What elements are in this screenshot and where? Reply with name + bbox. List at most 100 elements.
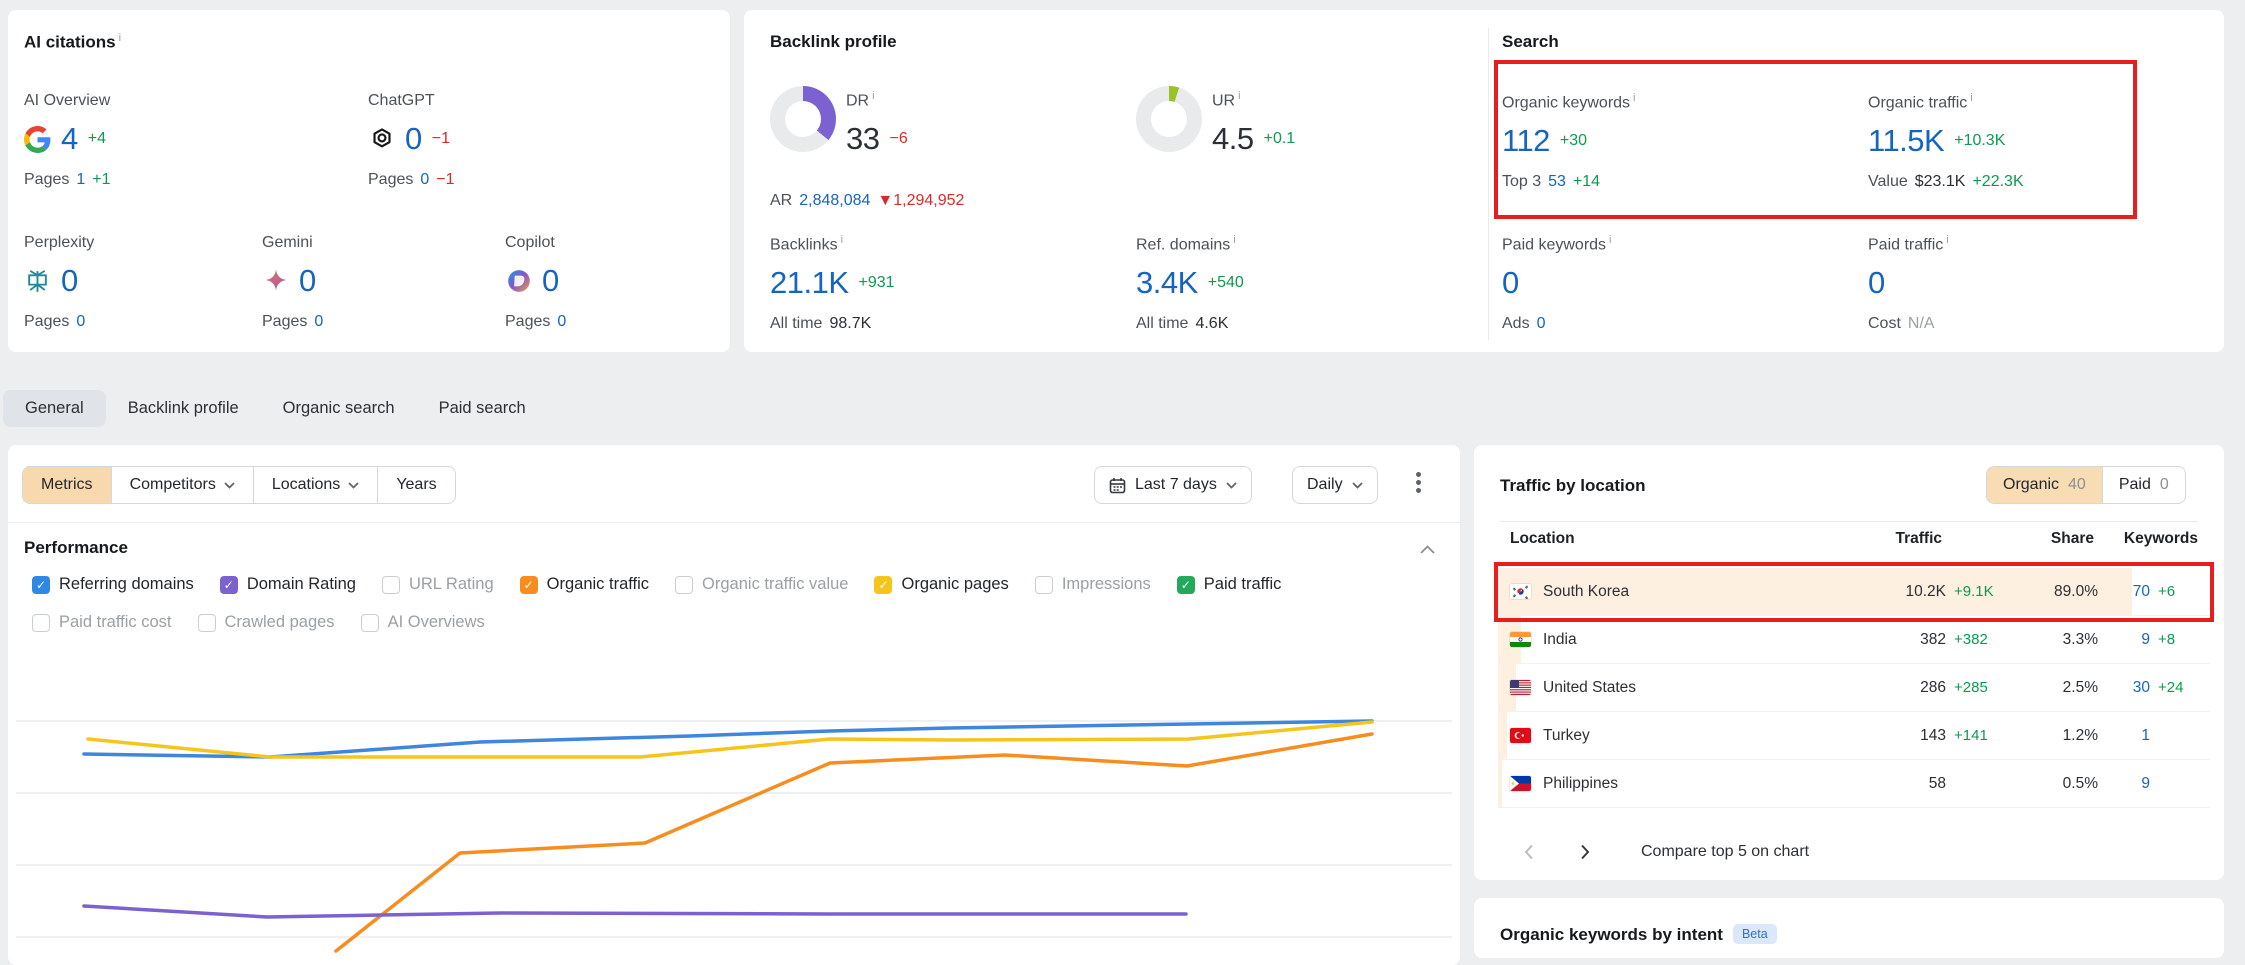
chart-line-organic-traffic xyxy=(336,734,1372,951)
keywords-value[interactable]: 30 xyxy=(2098,679,2150,697)
traffic-value: 382 xyxy=(1854,631,1946,649)
keywords-value[interactable]: 9 xyxy=(2098,631,2150,649)
collapse-chevron-up-icon[interactable] xyxy=(1420,545,1435,554)
info-icon[interactable]: i xyxy=(872,90,874,102)
checkbox-organic-pages[interactable]: Organic pages xyxy=(874,575,1008,594)
metric-organic-traffic: Organic traffici 11.5K+10.3K Value$23.1K… xyxy=(1868,92,2198,191)
checkbox-impressions[interactable]: Impressions xyxy=(1035,575,1151,594)
metric-value[interactable]: 21.1K xyxy=(770,265,849,301)
info-icon[interactable]: i xyxy=(1946,234,1948,246)
keywords-delta: +8 xyxy=(2158,631,2210,648)
pages-value[interactable]: 0 xyxy=(557,313,566,331)
info-icon[interactable]: i xyxy=(1609,234,1611,246)
chart-line-domain-rating xyxy=(84,906,1186,917)
location-row-india[interactable]: India 382 +382 3.3% 9 +8 xyxy=(1498,616,2210,664)
copilot-icon xyxy=(505,268,532,295)
metric-label: Paid keywordsi xyxy=(1502,234,1832,254)
toggle-organic[interactable]: Organic40 xyxy=(1987,467,2103,503)
pages-value[interactable]: 1 xyxy=(76,171,85,189)
metric-value[interactable]: 0 xyxy=(405,121,422,157)
ads-value[interactable]: 0 xyxy=(1537,315,1546,333)
checkbox-box xyxy=(520,576,538,594)
tab-backlink-profile[interactable]: Backlink profile xyxy=(106,390,261,427)
info-icon[interactable]: i xyxy=(1233,234,1235,246)
pages-value[interactable]: 0 xyxy=(76,313,85,331)
keywords-delta: +6 xyxy=(2158,583,2210,600)
date-range-button[interactable]: Last 7 days xyxy=(1094,466,1252,504)
metric-value[interactable]: 0 xyxy=(299,263,316,299)
metric-label: Ref. domainsi xyxy=(1136,234,1466,254)
chevron-down-icon xyxy=(224,482,235,489)
location-row-united-states[interactable]: United States 286 +285 2.5% 30 +24 xyxy=(1498,664,2210,712)
metric-value: 4.5 xyxy=(1212,121,1254,157)
tab-organic-search[interactable]: Organic search xyxy=(261,390,417,427)
ai-citations-title: AI citationsi xyxy=(24,32,121,53)
metric-value[interactable]: 0 xyxy=(1502,265,1519,301)
flag-india-icon xyxy=(1510,632,1531,647)
metric-value[interactable]: 0 xyxy=(1868,265,1885,301)
metric-value[interactable]: 3.4K xyxy=(1136,265,1198,301)
metric-value[interactable]: 112 xyxy=(1502,123,1550,159)
metric-value[interactable]: 0 xyxy=(542,263,559,299)
pages-value[interactable]: 0 xyxy=(314,313,323,331)
panel-divider xyxy=(1500,521,2198,522)
chatgpt-icon xyxy=(368,126,395,153)
checkbox-organic-traffic[interactable]: Organic traffic xyxy=(520,575,649,594)
ar-value[interactable]: 2,848,084 xyxy=(799,192,870,210)
metric-value[interactable]: 0 xyxy=(61,263,78,299)
segment-competitors[interactable]: Competitors xyxy=(112,467,254,503)
value-label: Value xyxy=(1868,173,1908,191)
keywords-value[interactable]: 70 xyxy=(2098,583,2150,601)
traffic-value: 143 xyxy=(1854,727,1946,745)
compare-top-5-link[interactable]: Compare top 5 on chart xyxy=(1641,843,1809,861)
granularity-button[interactable]: Daily xyxy=(1292,466,1378,504)
ar-delta: ▼1,294,952 xyxy=(877,192,964,210)
col-traffic: Traffic xyxy=(1850,530,1942,548)
checkbox-paid-traffic[interactable]: Paid traffic xyxy=(1177,575,1282,594)
cost-label: Cost xyxy=(1868,315,1901,333)
checkbox-url-rating[interactable]: URL Rating xyxy=(382,575,494,594)
metric-value[interactable]: 11.5K xyxy=(1868,123,1944,159)
metric-value[interactable]: 4 xyxy=(61,121,78,157)
keywords-value[interactable]: 1 xyxy=(2098,727,2150,745)
checkbox-domain-rating[interactable]: Domain Rating xyxy=(220,575,356,594)
metric-organic-keywords: Organic keywordsi 112+30 Top 353+14 xyxy=(1502,92,1832,191)
segment-metrics[interactable]: Metrics xyxy=(23,467,112,503)
checkbox-referring-domains[interactable]: Referring domains xyxy=(32,575,194,594)
checkbox-box xyxy=(675,576,693,594)
next-page-button[interactable] xyxy=(1568,835,1602,869)
info-icon[interactable]: i xyxy=(1238,90,1240,102)
value-delta: +22.3K xyxy=(1972,173,2023,191)
checkbox-label: Organic traffic xyxy=(547,575,649,594)
traffic-delta: +9.1K xyxy=(1954,583,2018,600)
checkbox-organic-traffic-value[interactable]: Organic traffic value xyxy=(675,575,848,594)
tab-general[interactable]: General xyxy=(3,390,106,427)
checkbox-label: Domain Rating xyxy=(247,575,356,594)
prev-page-button[interactable] xyxy=(1512,835,1546,869)
checkbox-paid-traffic-cost[interactable]: Paid traffic cost xyxy=(32,613,172,632)
segment-years[interactable]: Years xyxy=(378,467,454,503)
location-row-south-korea[interactable]: South Korea 10.2K +9.1K 89.0% 70 +6 xyxy=(1498,568,2210,616)
keywords-value[interactable]: 9 xyxy=(2098,775,2150,793)
tab-paid-search[interactable]: Paid search xyxy=(417,390,548,427)
checkbox-ai-overviews[interactable]: AI Overviews xyxy=(361,613,485,632)
pages-value[interactable]: 0 xyxy=(420,171,429,189)
location-row-philippines[interactable]: Philippines 58 0.5% 9 xyxy=(1498,760,2210,808)
checkbox-crawled-pages[interactable]: Crawled pages xyxy=(198,613,335,632)
performance-chart[interactable] xyxy=(8,645,1460,965)
location-name: South Korea xyxy=(1543,583,1629,601)
info-icon[interactable]: i xyxy=(1633,92,1635,104)
location-row-turkey[interactable]: Turkey 143 +141 1.2% 1 xyxy=(1498,712,2210,760)
info-icon[interactable]: i xyxy=(1970,92,1972,104)
top3-value[interactable]: 53 xyxy=(1548,173,1566,191)
info-icon[interactable]: i xyxy=(119,32,121,44)
metric-gemini: Gemini 0 Pages0 xyxy=(262,234,482,331)
toggle-paid[interactable]: Paid0 xyxy=(2103,467,2185,503)
checkbox-box xyxy=(32,576,50,594)
info-icon[interactable]: i xyxy=(841,234,843,246)
segment-locations[interactable]: Locations xyxy=(254,467,379,503)
checkbox-box xyxy=(1035,576,1053,594)
metric-delta: +0.1 xyxy=(1264,130,1296,148)
top3-delta: +14 xyxy=(1573,173,1600,191)
kebab-menu-icon[interactable] xyxy=(1416,472,1421,477)
